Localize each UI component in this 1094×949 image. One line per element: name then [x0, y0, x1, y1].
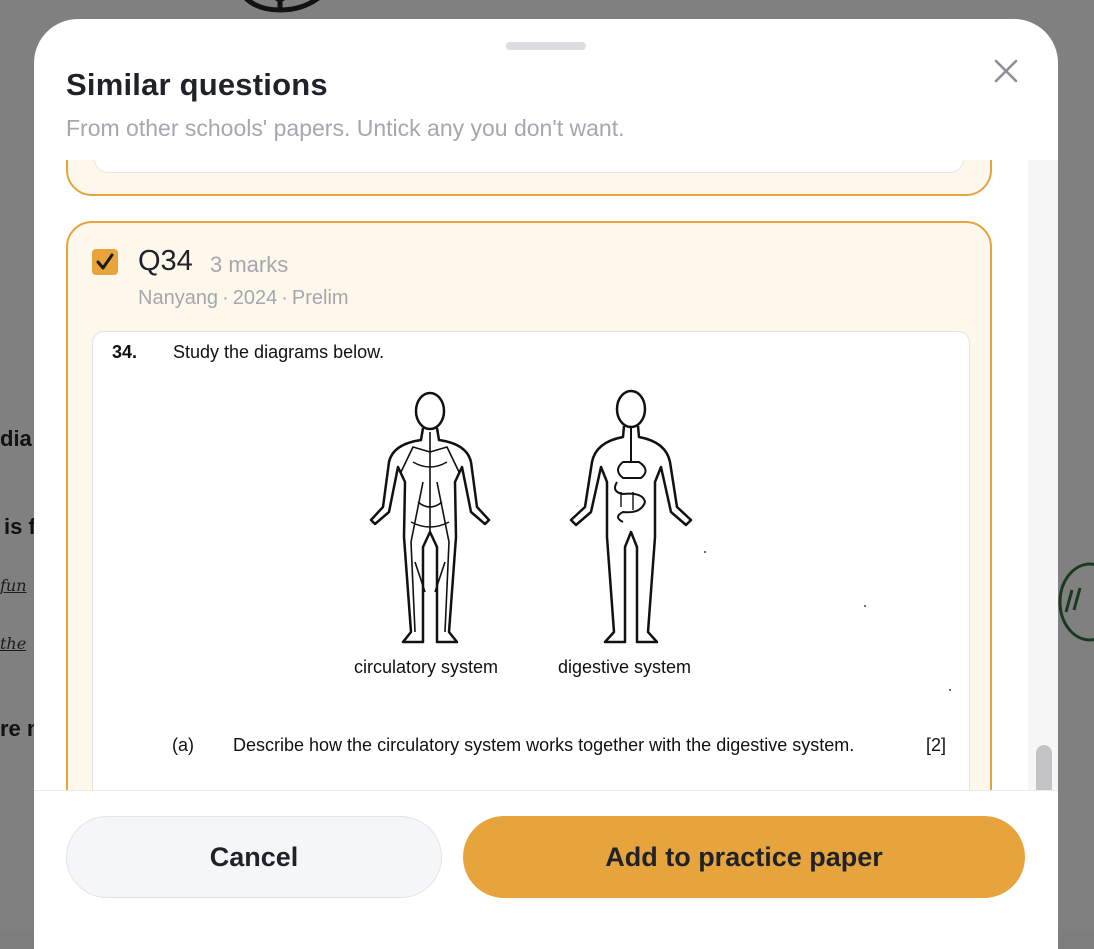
digestive-system-caption: digestive system — [558, 657, 692, 677]
question-image — [94, 160, 964, 173]
digestive-system-diagram — [569, 389, 693, 644]
add-to-practice-paper-button[interactable]: Add to practice paper — [463, 816, 1025, 898]
question-checkbox[interactable] — [92, 249, 118, 275]
question-card — [66, 160, 992, 196]
question-image: 34. Study the diagrams below. circulator… — [92, 331, 970, 790]
sheet-subtitle: From other schools' papers. Untick any y… — [66, 115, 625, 141]
check-icon — [96, 253, 114, 270]
source-year: 2024 — [232, 287, 278, 309]
scan-artifacts — [704, 551, 951, 691]
scrollbar[interactable] — [1028, 160, 1058, 805]
question-card: Q34 3 marks Nanyang · 2024 · Prelim 34. Stud… — [66, 221, 992, 790]
similar-questions-sheet: Similar questions From other schools' pa… — [34, 19, 1058, 949]
separator: · — [281, 287, 288, 309]
question-number: Q34 — [138, 245, 193, 277]
question-source: Nanyang · 2024 · Prelim — [138, 287, 349, 310]
part-marks: [2] — [926, 735, 947, 755]
source-paper: Prelim — [291, 287, 349, 309]
sheet-title: Similar questions — [66, 67, 328, 102]
drag-handle[interactable] — [506, 42, 586, 50]
close-icon — [994, 59, 1018, 83]
questions-list[interactable]: Q34 3 marks Nanyang · 2024 · Prelim 34. Stud… — [34, 160, 1028, 790]
circulatory-system-diagram — [369, 391, 491, 644]
circulatory-system-caption: circulatory system — [354, 657, 499, 677]
part-text: Describe how the circulatory system work… — [233, 735, 855, 755]
cancel-button[interactable]: Cancel — [66, 816, 442, 898]
sheet-footer: Cancel Add to practice paper — [34, 790, 1058, 949]
close-button[interactable] — [986, 51, 1026, 91]
part-label: (a) — [172, 735, 194, 755]
source-school: Nanyang — [138, 287, 219, 309]
separator: · — [222, 287, 229, 309]
question-marks: 3 marks — [210, 252, 289, 277]
